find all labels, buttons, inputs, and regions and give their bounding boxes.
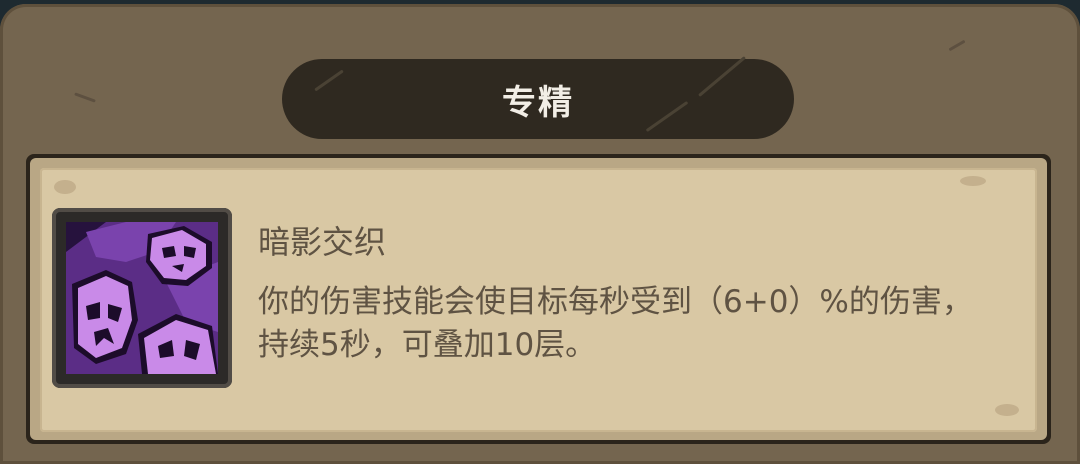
panel-scratch-decoration: [948, 39, 966, 52]
banner-crack-decoration: [314, 69, 344, 92]
panel-scratch-decoration: [74, 92, 96, 103]
purple-skulls-icon: [66, 222, 218, 374]
title-banner: 专精: [282, 56, 794, 139]
parchment-stain: [960, 176, 986, 186]
banner-crack-decoration: [645, 100, 689, 133]
skill-name: 暗影交织: [258, 223, 387, 261]
parchment-stain: [995, 404, 1019, 416]
banner-crack-decoration: [698, 56, 746, 97]
parchment-stain: [54, 180, 76, 194]
panel-title: 专精: [502, 82, 574, 123]
skill-description: 你的伤害技能会使目标每秒受到（6+0）%的伤害，持续5秒，可叠加10层。: [258, 284, 973, 363]
